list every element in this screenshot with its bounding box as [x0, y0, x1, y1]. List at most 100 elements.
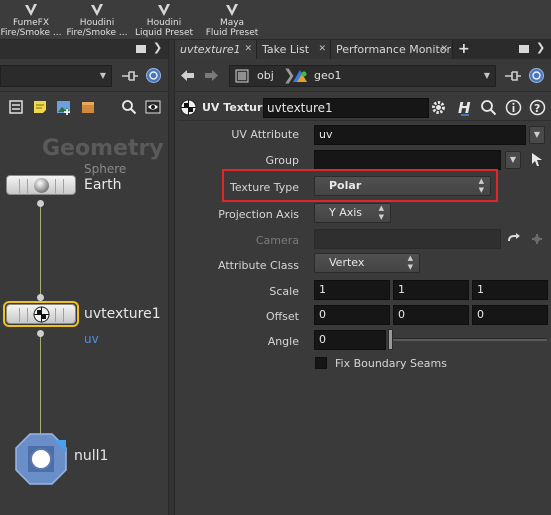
angle-slider-handle[interactable]: [388, 329, 393, 350]
geometry-context-icon: [293, 70, 307, 82]
shelf-tool-fumefx[interactable]: FumeFX Fire/Smoke ...: [0, 2, 62, 38]
pane-menu-chevron-icon[interactable]: ❯: [153, 41, 162, 54]
header-divider: [177, 120, 551, 121]
angle-label: Angle: [267, 335, 299, 348]
refresh-arrow-icon[interactable]: [507, 232, 521, 246]
shelf-toolbar: FumeFX Fire/Smoke ... Houdini Fire/Smoke…: [0, 0, 551, 40]
sticky-note-icon[interactable]: [32, 99, 48, 115]
scale-y-field[interactable]: 1: [393, 280, 469, 300]
houdini-logo-icon: [226, 4, 238, 16]
close-icon[interactable]: ✕: [244, 40, 252, 59]
updown-arrows-icon: ▲ ▼: [407, 254, 413, 271]
network-path-dropdown[interactable]: ▼: [0, 65, 112, 87]
network-tab-bar: ❯: [0, 40, 168, 59]
uv-texture-icon: [33, 306, 50, 323]
parameter-header: UV Texture uvtexture1 H ?: [175, 95, 551, 120]
offset-x-field[interactable]: 0: [314, 305, 390, 325]
uv-attribute-field[interactable]: uv: [314, 125, 526, 145]
group-field[interactable]: [314, 150, 501, 170]
node-earth[interactable]: [6, 175, 76, 195]
projection-axis-menu[interactable]: Y Axis ▲ ▼: [314, 203, 391, 223]
attribute-class-menu[interactable]: Vertex ▲ ▼: [314, 253, 420, 273]
pane-menu-chevron-icon[interactable]: ❯: [536, 41, 545, 54]
angle-field[interactable]: 0: [314, 330, 386, 350]
tab-performance-monitor[interactable]: Performance Monitor ✕: [331, 40, 453, 59]
shelf-tool-line1: FumeFX: [12, 18, 50, 28]
pin-icon[interactable]: [504, 69, 522, 83]
select-arrow-icon[interactable]: [531, 152, 543, 167]
box-icon[interactable]: [80, 99, 96, 115]
shelf-tool-line2: Liquid Preset: [134, 28, 194, 38]
houdini-logo-icon: [158, 4, 170, 16]
eye-icon[interactable]: [145, 99, 161, 115]
shelf-tool-line2: Fire/Smoke ...: [0, 28, 62, 38]
group-label: Group: [265, 154, 300, 167]
scale-x-field[interactable]: 1: [314, 280, 390, 300]
maximize-pane-icon[interactable]: [519, 45, 529, 53]
texture-type-menu[interactable]: Polar ▲ ▼: [314, 176, 491, 196]
texture-type-label: Texture Type: [229, 181, 299, 194]
uv-attribute-label: UV Attribute: [231, 128, 299, 141]
fix-boundary-seams-label: Fix Boundary Seams: [335, 357, 447, 370]
scale-z-field[interactable]: 1: [472, 280, 548, 300]
network-toolbar: [0, 93, 168, 121]
shelf-tool-line1: Houdini: [146, 18, 182, 28]
shelf-tool-houdini-fire[interactable]: Houdini Fire/Smoke ...: [66, 2, 128, 38]
maximize-pane-icon[interactable]: [136, 45, 146, 53]
shelf-tool-line2: Fluid Preset: [205, 28, 259, 38]
list-icon[interactable]: [8, 99, 24, 115]
group-menu-button[interactable]: ▼: [505, 151, 521, 169]
shelf-tool-maya-fluid[interactable]: Maya Fluid Preset: [201, 2, 263, 38]
node-name-null1: null1: [74, 448, 109, 464]
tab-label: Performance Monitor: [336, 43, 452, 56]
node-type-label: Sphere: [84, 162, 127, 176]
node-output-dot[interactable]: [37, 200, 44, 207]
houdini-logo-icon: [91, 4, 103, 16]
pin-icon[interactable]: [121, 69, 139, 83]
path-segment-geo1[interactable]: geo1: [314, 69, 341, 82]
path-segment-obj[interactable]: obj: [257, 69, 274, 82]
node-output-dot[interactable]: [37, 330, 44, 337]
houdini-logo-icon: [25, 4, 37, 16]
fix-boundary-seams-checkbox[interactable]: [315, 357, 327, 369]
forward-arrow-icon[interactable]: [204, 69, 219, 82]
offset-z-field[interactable]: 0: [472, 305, 548, 325]
gear-icon[interactable]: [430, 99, 447, 116]
network-view-icon[interactable]: [145, 67, 162, 84]
attribute-class-label: Attribute Class: [217, 259, 299, 272]
info-icon[interactable]: [505, 99, 522, 116]
node-chooser-icon[interactable]: [529, 231, 545, 247]
projection-axis-label: Projection Axis: [218, 208, 299, 221]
object-context-icon: [235, 69, 249, 83]
context-label: Geometry: [42, 136, 164, 161]
search-icon[interactable]: [121, 99, 137, 115]
search-icon[interactable]: [480, 99, 497, 116]
image-add-icon[interactable]: [56, 99, 72, 115]
network-editor[interactable]: Geometry Sphere Earth uvtexture1 uv null…: [0, 121, 168, 515]
close-icon[interactable]: ✕: [440, 40, 448, 59]
back-arrow-icon[interactable]: [180, 69, 195, 82]
node-uvtexture1[interactable]: [6, 304, 76, 324]
chevron-down-icon[interactable]: ▼: [482, 71, 492, 81]
add-tab-icon[interactable]: +: [458, 40, 470, 58]
angle-slider-track[interactable]: [392, 338, 547, 341]
offset-y-field[interactable]: 0: [393, 305, 469, 325]
close-icon[interactable]: ✕: [318, 40, 326, 59]
help-h-icon[interactable]: H: [456, 99, 473, 116]
node-input-dot[interactable]: [37, 294, 44, 301]
node-name-earth: Earth: [84, 177, 122, 193]
shelf-tool-houdini-liquid[interactable]: Houdini Liquid Preset: [133, 2, 195, 38]
tab-uvtexture1[interactable]: uvtexture1 ✕: [175, 40, 257, 59]
uv-attribute-menu-button[interactable]: ▼: [529, 126, 545, 144]
camera-field[interactable]: [314, 229, 501, 249]
network-view-icon[interactable]: [528, 67, 545, 84]
node-name-field[interactable]: uvtexture1: [263, 98, 429, 118]
tab-take-list[interactable]: Take List ✕: [257, 40, 331, 59]
pane-tab-strip: uvtexture1 ✕ Take List ✕ Performance Mon…: [175, 40, 551, 59]
path-bar[interactable]: obj ❯ geo1 ▼: [229, 65, 496, 87]
null-node-icon[interactable]: [14, 432, 68, 486]
help-icon[interactable]: ?: [529, 99, 546, 116]
connection-wire: [40, 204, 41, 301]
pane-splitter[interactable]: [168, 40, 175, 515]
sphere-icon: [34, 178, 49, 193]
